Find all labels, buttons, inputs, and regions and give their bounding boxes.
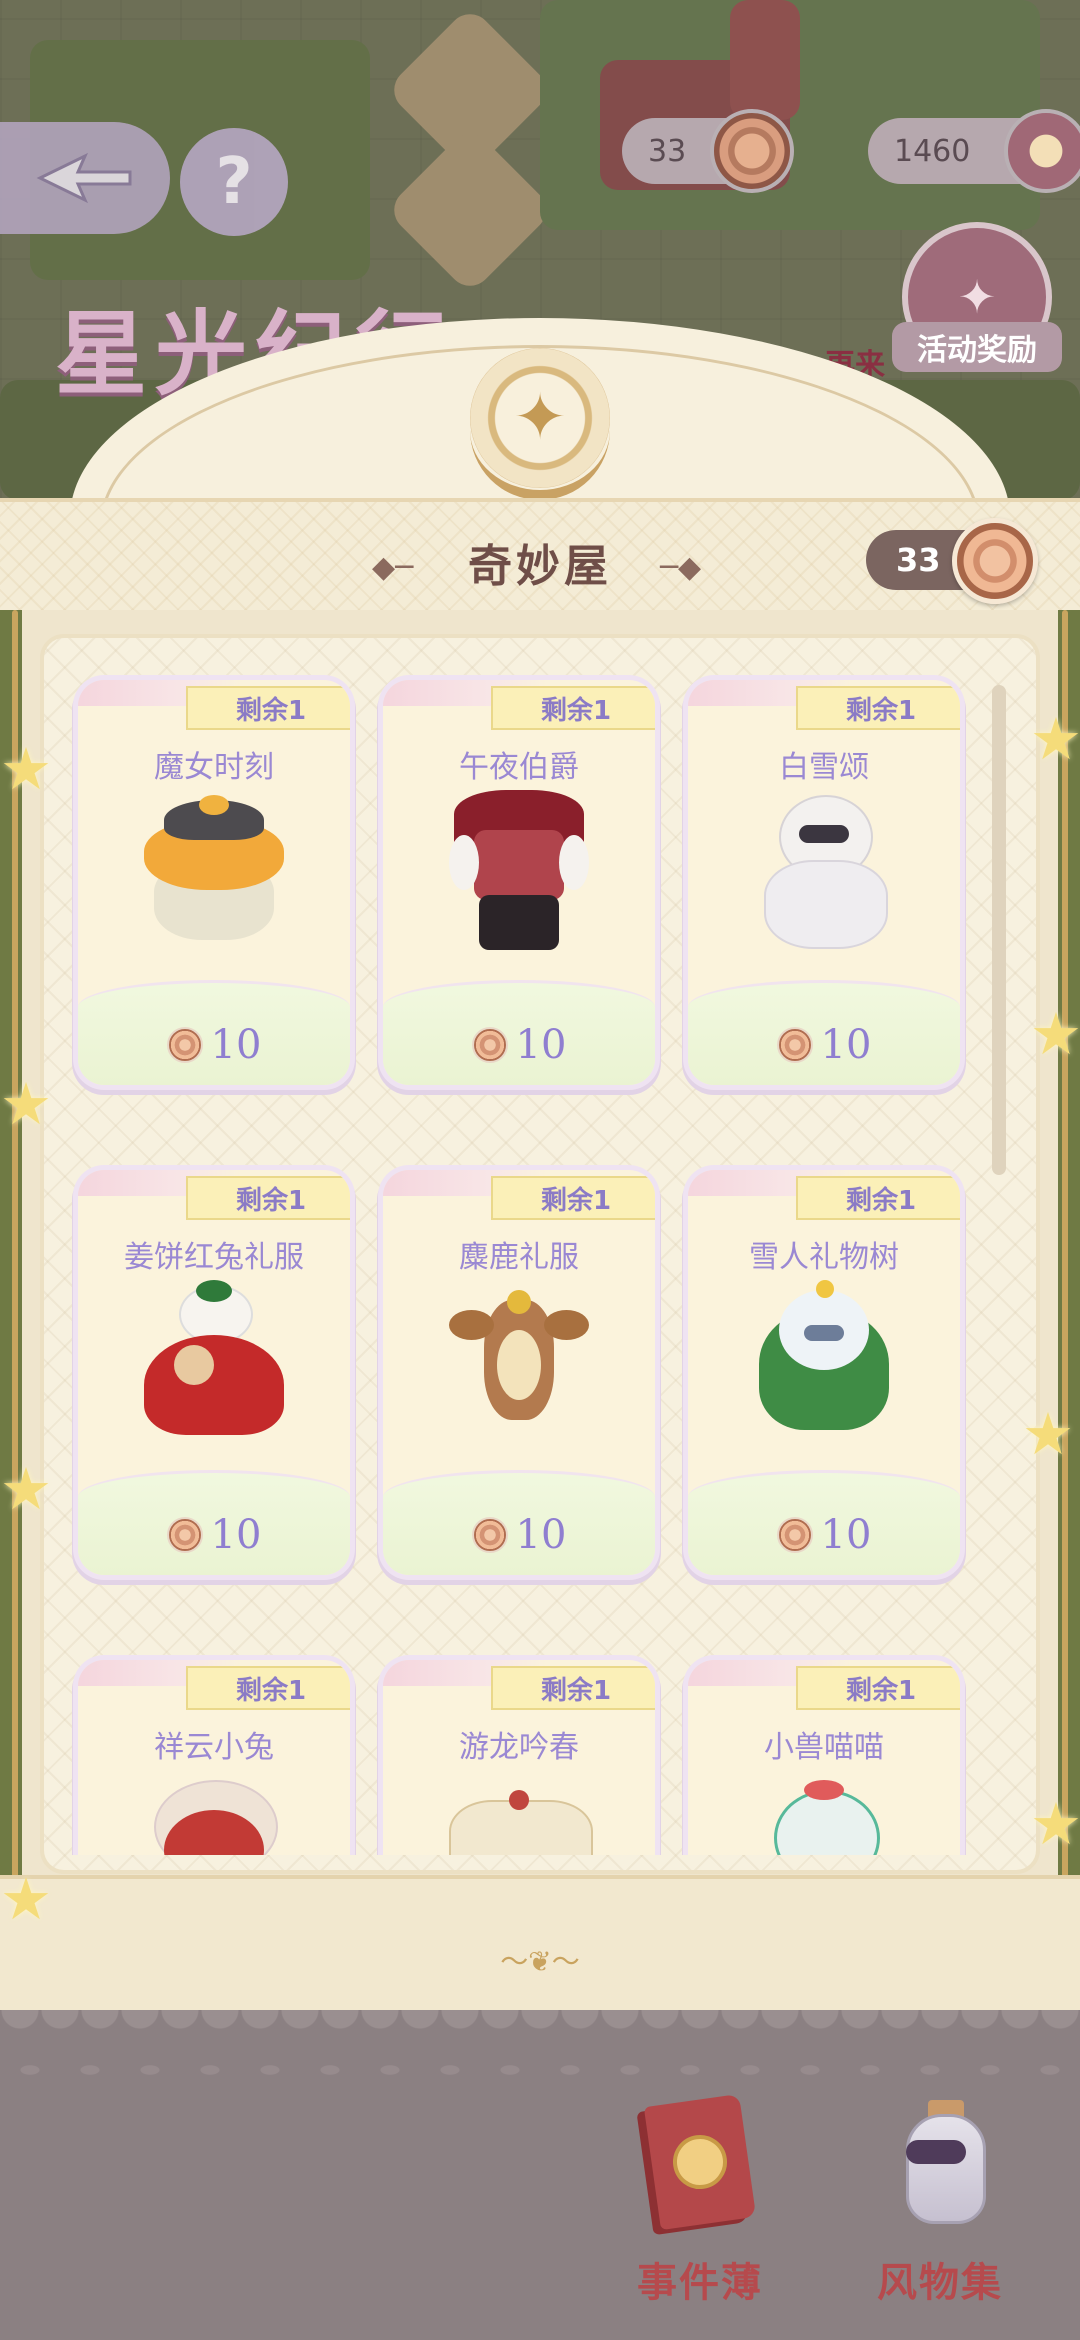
price-tag[interactable]: 10: [78, 1512, 350, 1558]
item-price: 10: [820, 1512, 872, 1558]
coin-icon: [471, 1027, 508, 1063]
price-tag[interactable]: 10: [383, 1022, 655, 1068]
star-decoration-icon: ★: [0, 1070, 52, 1138]
bottle-icon: [906, 2114, 986, 2224]
item-name: 姜饼红兔礼服: [124, 1240, 304, 1275]
outfit-rabbit-icon: [134, 1770, 294, 1855]
star-decoration-icon: ★: [0, 1455, 52, 1523]
back-button[interactable]: [0, 122, 170, 234]
shop-item-card[interactable]: 剩余1 祥云小兔: [78, 1660, 350, 1855]
bottle-bow: [906, 2140, 966, 2164]
item-name: 祥云小兔: [154, 1730, 274, 1765]
balance-value: 33: [896, 541, 941, 579]
item-name: 小兽喵喵: [764, 1730, 884, 1765]
book-icon: [643, 2093, 757, 2231]
emblem-crescent: [470, 360, 610, 500]
outfit-mummy-icon: [744, 790, 904, 950]
star-decoration-icon: ★: [1030, 705, 1080, 773]
stock-badge: 剩余1: [796, 1666, 960, 1710]
help-button[interactable]: ?: [180, 128, 288, 236]
shop-item-card[interactable]: 剩余1 姜饼红兔礼服 10: [78, 1170, 350, 1575]
vine-left: [12, 610, 18, 1930]
star-decoration-icon: ★: [0, 735, 52, 803]
help-icon: ?: [215, 145, 253, 219]
shop-item-card[interactable]: 剩余1 白雪颂 10: [688, 680, 960, 1085]
event-book-label: 事件薄: [637, 2260, 763, 2306]
currency-2-display[interactable]: 1460: [868, 109, 1080, 193]
collection-button[interactable]: 风物集: [870, 2100, 1020, 2310]
outfit-dragon-icon: [439, 1770, 599, 1855]
activity-reward-button[interactable]: ✦ 活动奖励: [892, 222, 1072, 382]
balance-coin-icon: [952, 518, 1038, 604]
price-tag[interactable]: 10: [688, 1022, 960, 1068]
stock-badge: 剩余1: [491, 1176, 655, 1220]
stock-badge: 剩余1: [796, 686, 960, 730]
title-ornament-right-icon: ─◆: [660, 550, 702, 585]
coin-icon: [776, 1517, 813, 1553]
coin-icon: [471, 1517, 508, 1553]
star-decoration-icon: ★: [1030, 1000, 1080, 1068]
reward-label: 活动奖励: [892, 322, 1062, 372]
item-price: 10: [515, 1512, 567, 1558]
outfit-snowman-tree-icon: [744, 1280, 904, 1440]
star-decoration-icon: ★: [1022, 1400, 1074, 1468]
shop-item-card[interactable]: 剩余1 麋鹿礼服 10: [383, 1170, 655, 1575]
footer-ornament-icon: 〜❦〜: [500, 1945, 580, 1978]
item-name: 麋鹿礼服: [459, 1240, 579, 1275]
currency-2-value: 1460: [894, 133, 971, 169]
collection-label: 风物集: [877, 2260, 1003, 2306]
item-price: 10: [210, 1512, 262, 1558]
star-decoration-icon: ★: [0, 1865, 52, 1933]
back-arrow-icon: [36, 152, 132, 204]
currency-1-display[interactable]: 33: [622, 109, 795, 193]
stock-badge: 剩余1: [796, 1176, 960, 1220]
currency-1-value: 33: [648, 133, 687, 169]
coin-icon: [710, 109, 795, 193]
shop-item-card[interactable]: 剩余1 魔女时刻 10: [78, 680, 350, 1085]
coin-icon: [166, 1517, 203, 1553]
bottom-lace-dots: [0, 2055, 1080, 2085]
price-tag[interactable]: 10: [688, 1512, 960, 1558]
item-price: 10: [515, 1022, 567, 1068]
price-tag[interactable]: 10: [78, 1022, 350, 1068]
item-price: 10: [820, 1022, 872, 1068]
stock-badge: 剩余1: [491, 686, 655, 730]
stock-badge: 剩余1: [491, 1666, 655, 1710]
coin-icon: [776, 1027, 813, 1063]
event-book-button[interactable]: 事件薄: [630, 2093, 770, 2310]
star-decoration-icon: ★: [1030, 1790, 1080, 1858]
price-tag[interactable]: 10: [383, 1512, 655, 1558]
item-name: 游龙吟春: [459, 1730, 579, 1765]
outfit-count-icon: [439, 790, 599, 950]
scrollbar[interactable]: [992, 685, 1006, 1175]
shop-item-card[interactable]: 剩余1 午夜伯爵 10: [383, 680, 655, 1085]
outfit-witch-icon: [134, 790, 294, 950]
item-name: 午夜伯爵: [459, 750, 579, 785]
stock-badge: 剩余1: [186, 1176, 350, 1220]
outfit-lion-dance-icon: [744, 1770, 904, 1855]
stock-badge: 剩余1: [186, 1666, 350, 1710]
shop-item-card[interactable]: 剩余1 游龙吟春: [383, 1660, 655, 1855]
seal-coin-icon: [1004, 109, 1080, 193]
vine-right: [1062, 610, 1068, 1930]
outfit-reindeer-icon: [439, 1280, 599, 1440]
panel-side-left: [0, 610, 22, 1930]
outfit-gingerbread-dress-icon: [134, 1280, 294, 1440]
stock-badge: 剩余1: [186, 686, 350, 730]
shop-item-card[interactable]: 剩余1 雪人礼物树 10: [688, 1170, 960, 1575]
bottom-lace: [0, 2010, 1080, 2050]
item-name: 雪人礼物树: [749, 1240, 899, 1275]
row-3-clip: 剩余1 祥云小兔 剩余1 游龙吟春 剩余1 小兽喵喵: [40, 1650, 1040, 1855]
item-price: 10: [210, 1022, 262, 1068]
item-name: 魔女时刻: [154, 750, 274, 785]
shop-item-card[interactable]: 剩余1 小兽喵喵: [688, 1660, 960, 1855]
item-name: 白雪颂: [779, 750, 869, 785]
coin-icon: [166, 1027, 203, 1063]
